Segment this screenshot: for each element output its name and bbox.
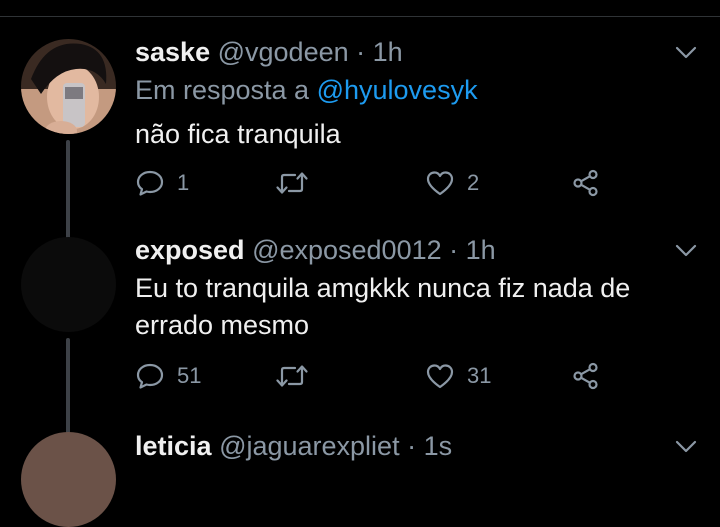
reply-button[interactable]: 51 [135,361,201,391]
avatar[interactable] [21,432,116,527]
tweet-actions: 1 2 [135,168,615,198]
avatar[interactable] [21,237,116,332]
reply-count: 1 [177,170,190,195]
like-count: 2 [467,170,480,195]
reply-prefix: Em resposta a [135,75,310,105]
chevron-down-icon[interactable] [674,42,698,62]
reply-mention-link[interactable]: @hyulovesyk [317,75,478,105]
tweet-text: Eu to tranquila amgkkk nunca fiz nada de… [135,273,631,340]
share-button[interactable] [571,168,601,198]
chevron-down-icon[interactable] [674,240,698,260]
like-button[interactable]: 2 [425,168,479,198]
share-icon [573,362,598,390]
tweet-header: saske @vgodeen · 1h [135,36,403,68]
top-divider [0,16,720,17]
reply-icon [136,363,164,389]
tweet-time[interactable]: · 1h [449,235,496,265]
tweet-text: não fica tranquila [135,119,341,149]
thread-line [66,338,70,434]
reply-context: Em resposta a @hyulovesyk [135,74,478,106]
avatar-photo [21,39,116,134]
like-icon [426,171,454,196]
share-button[interactable] [571,361,601,391]
tweet-time[interactable]: · 1s [407,431,452,461]
reply-icon [136,170,164,196]
author-handle[interactable]: @jaguarexpliet [219,431,400,461]
retweet-icon [276,172,308,194]
reply-count: 51 [177,363,202,388]
retweet-button[interactable] [275,361,321,391]
like-count: 31 [467,363,492,388]
retweet-icon [276,365,308,387]
reply-button[interactable]: 1 [135,168,189,198]
author-handle[interactable]: @exposed0012 [252,235,442,265]
author-handle[interactable]: @vgodeen [218,37,349,67]
tweet-header: leticia @jaguarexpliet · 1s [135,430,452,462]
like-button[interactable]: 31 [425,361,491,391]
retweet-button[interactable] [275,168,321,198]
share-icon [573,169,598,197]
author-name[interactable]: saske [135,37,210,67]
author-name[interactable]: leticia [135,431,212,461]
tweet-time[interactable]: · 1h [356,37,403,67]
tweet-header: exposed @exposed0012 · 1h [135,234,496,266]
avatar[interactable] [21,39,116,134]
tweet-actions: 51 31 [135,361,615,391]
chevron-down-icon[interactable] [674,436,698,456]
like-icon [426,364,454,389]
author-name[interactable]: exposed [135,235,245,265]
